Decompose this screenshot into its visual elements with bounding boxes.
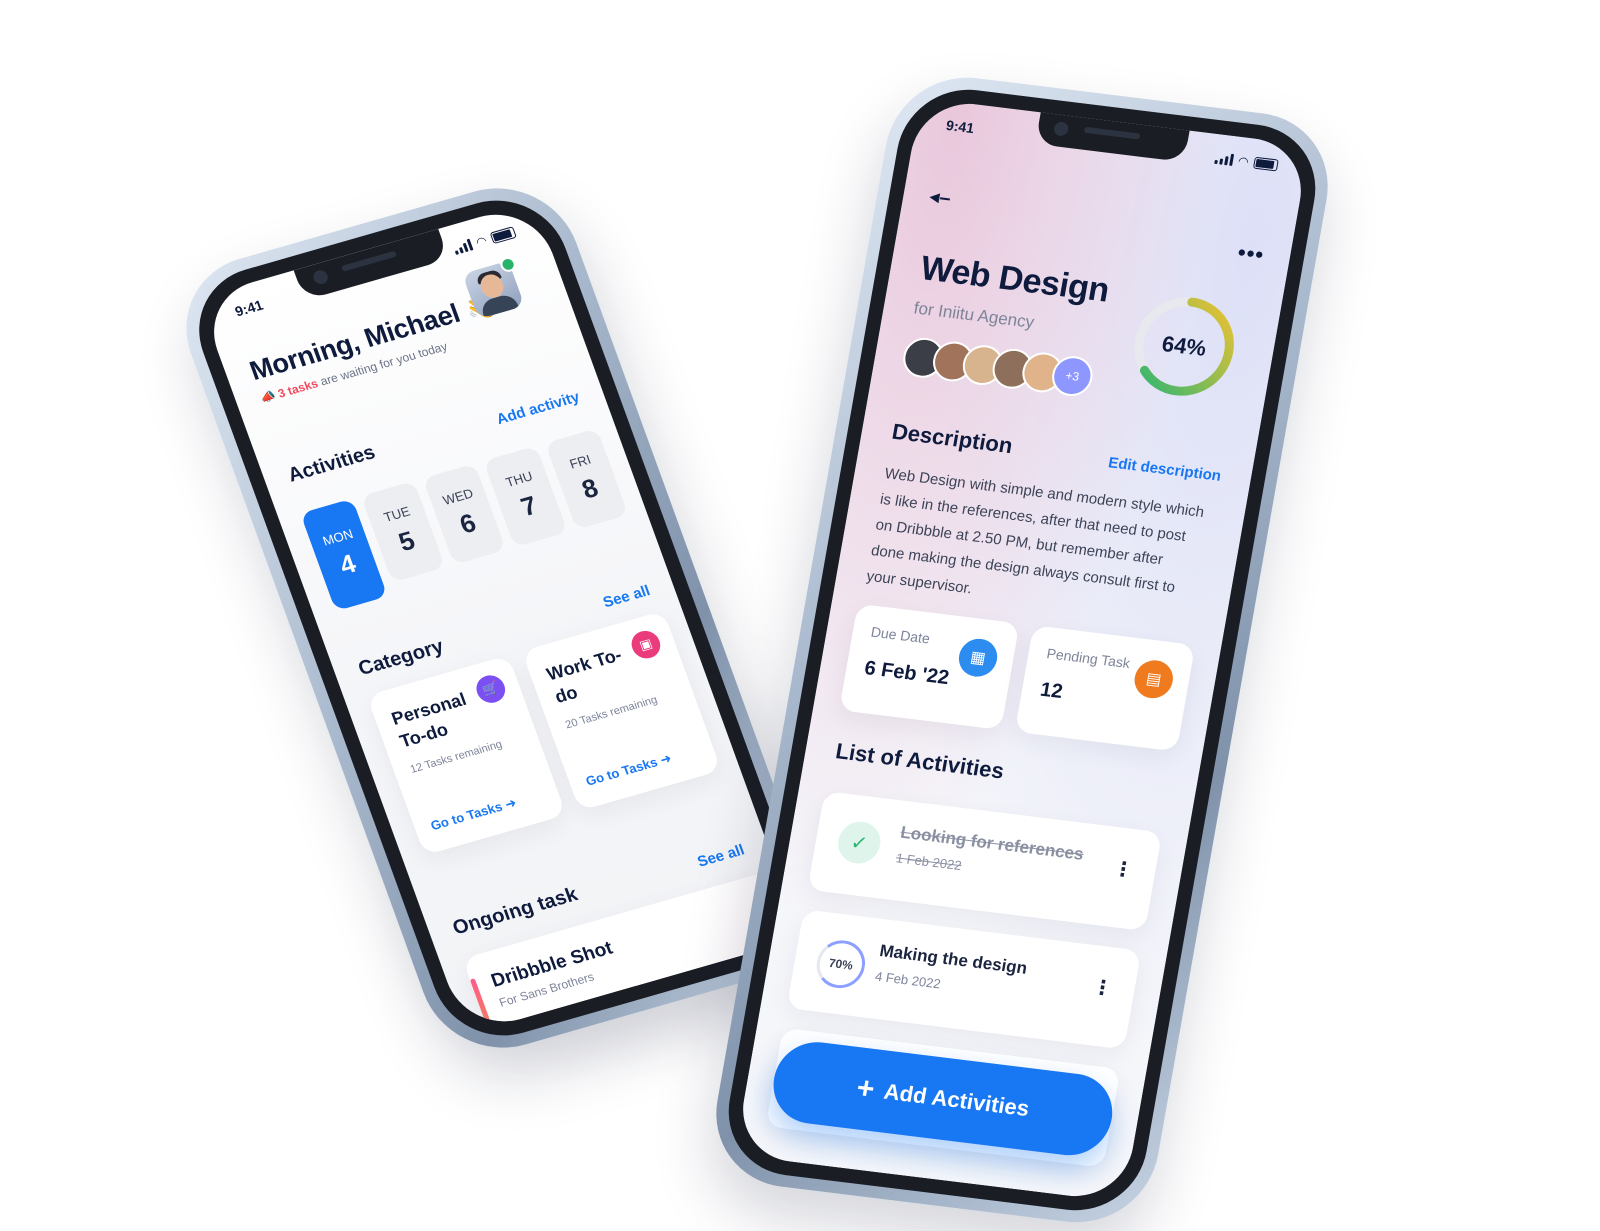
go-to-tasks-link[interactable]: Go to Tasks ➜: [428, 795, 518, 834]
progress-label: 64%: [1120, 286, 1248, 408]
kebab-menu-icon[interactable]: ⋮: [1113, 865, 1134, 875]
megaphone-icon: 📣: [258, 388, 277, 405]
project-client: for Iniitu Agency: [912, 298, 1036, 332]
activities-list-title: List of Activities: [834, 738, 1006, 784]
battery-icon: [1253, 157, 1279, 172]
signal-icon: [452, 239, 473, 255]
progress-ring: 64%: [1120, 286, 1248, 408]
activity-item[interactable]: ✓ Looking for references 1 Feb 2022 ⋮: [807, 791, 1162, 931]
description-title: Description: [890, 419, 1015, 459]
description-text: Web Design with simple and modern style …: [864, 461, 1210, 629]
back-arrow-icon[interactable]: ◂–: [924, 184, 953, 230]
pending-task-card: Pending Task 12 ▤: [1015, 625, 1196, 751]
status-time: 9:41: [945, 117, 976, 136]
phone-project-detail: 9:41 ◠ ◂– ••• Web Design for Iniitu Agen…: [704, 69, 1340, 1231]
wifi-icon: ◠: [1238, 154, 1250, 169]
go-to-tasks-link[interactable]: Go to Tasks ➜: [584, 750, 674, 789]
battery-icon: [490, 226, 517, 244]
category-title: Category: [355, 635, 446, 681]
kebab-menu-icon[interactable]: ⋮: [1092, 983, 1113, 993]
task-accent-bar: [470, 978, 492, 1026]
project-screen: 9:41 ◠ ◂– ••• Web Design for Iniitu Agen…: [734, 98, 1309, 1203]
activities-title: Activities: [285, 441, 379, 487]
activity-item[interactable]: 70% Making the design 4 Feb 2022 ⋮: [786, 909, 1141, 1049]
plus-icon: +: [854, 1073, 877, 1105]
project-members[interactable]: +3: [900, 336, 1096, 399]
project-stats: Due Date 6 Feb '22 ▦ Pending Task 12 ▤: [839, 604, 1195, 752]
due-date-card: Due Date 6 Feb '22 ▦: [839, 604, 1020, 730]
signal-icon: [1214, 152, 1234, 166]
wifi-icon: ◠: [475, 234, 489, 250]
edit-description-link[interactable]: Edit description: [1107, 454, 1222, 485]
ongoing-see-all-link[interactable]: See all: [695, 842, 747, 871]
status-time: 9:41: [233, 297, 265, 320]
progress-badge: 70%: [813, 938, 869, 991]
home-screen: 9:41 ◠ Morning, Michael 👋 📣 3 tasks are …: [198, 202, 801, 1035]
more-options-icon[interactable]: •••: [1236, 240, 1266, 269]
category-see-all-link[interactable]: See all: [601, 582, 653, 611]
add-activities-label: Add Activities: [882, 1079, 1031, 1122]
completed-check-icon: ✓: [835, 819, 884, 866]
add-activity-link[interactable]: Add activity: [494, 389, 582, 428]
